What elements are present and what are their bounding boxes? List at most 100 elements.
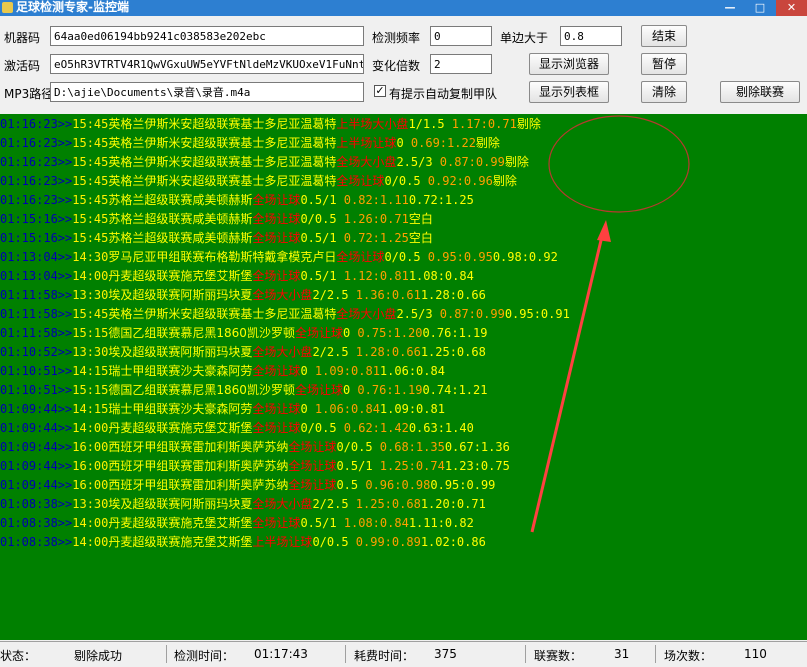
log-timestamp: 01:09:44>>	[0, 478, 73, 492]
log-away-team: 赫斯	[228, 231, 253, 245]
log-match-time: 15:45	[72, 231, 109, 245]
log-league: 丹麦超级联赛	[108, 535, 181, 549]
pause-button[interactable]: 暂停	[641, 53, 687, 75]
log-row[interactable]: 01:11:58>>13:30埃及超级联赛阿斯丽玛块夏全场大小盘2/2.5 1.…	[0, 286, 486, 304]
close-button[interactable]: ✕	[776, 0, 807, 16]
machine-code-field[interactable]: 64aa0ed06194bb9241c038583e202ebc	[50, 26, 364, 46]
log-league: 丹麦超级联赛	[108, 516, 181, 530]
log-row[interactable]: 01:16:23>>15:45英格兰伊斯米安超级联赛基士多尼亚温葛特上半场让球0…	[0, 134, 500, 152]
log-odds-before: 0.96:0.98	[358, 478, 431, 492]
log-row[interactable]: 01:10:51>>14:15瑞士甲组联赛沙夫豪森阿劳全场让球0 1.09:0.…	[0, 362, 445, 380]
log-odds-after: 0.95:0.91	[504, 307, 570, 321]
maximize-button[interactable]: □	[746, 0, 774, 16]
log-handicap-line: 0/0.5	[336, 440, 373, 454]
log-timestamp: 01:11:58>>	[0, 288, 73, 302]
log-row[interactable]: 01:13:04>>14:00丹麦超级联赛施克堡艾斯堡全场让球0.5/1 1.1…	[0, 267, 474, 285]
log-row[interactable]: 01:08:38>>13:30埃及超级联赛阿斯丽玛块夏全场大小盘2/2.5 1.…	[0, 495, 486, 513]
log-match-time: 14:00	[72, 421, 109, 435]
log-home-team: 施克堡	[180, 535, 217, 549]
log-status: 剔除	[504, 155, 529, 169]
auto-copy-label: 有提示自动复制甲队	[389, 87, 498, 101]
log-league: 苏格兰超级联赛	[108, 231, 193, 245]
log-row[interactable]: 01:15:16>>15:45苏格兰超级联赛咸美顿赫斯全场让球0.5/1 0.7…	[0, 229, 433, 247]
log-odds-after: 1.20:0.71	[420, 497, 486, 511]
log-row[interactable]: 01:09:44>>16:00西班牙甲组联赛雷加利斯奥萨苏纳全场让球0/0.5 …	[0, 438, 510, 456]
log-row[interactable]: 01:16:23>>15:45英格兰伊斯米安超级联赛基士多尼亚温葛特全场让球0/…	[0, 172, 517, 190]
league-count-label: 联赛数：	[534, 649, 583, 663]
log-row[interactable]: 01:13:04>>14:30罗马尼亚甲组联赛布格勒斯特戴拿模克卢日全场让球0/…	[0, 248, 558, 266]
end-button[interactable]: 结束	[641, 25, 687, 47]
log-list[interactable]: 01:16:23>>15:45英格兰伊斯米安超级联赛基士多尼亚温葛特上半场大小盘…	[0, 114, 807, 640]
log-row[interactable]: 01:10:51>>15:15德国乙组联赛慕尼黑1860凯沙罗顿全场让球0 0.…	[0, 381, 487, 399]
log-league: 德国乙组联赛	[108, 383, 181, 397]
log-league: 埃及超级联赛	[108, 345, 181, 359]
log-row[interactable]: 01:08:38>>14:00丹麦超级联赛施克堡艾斯堡上半场让球0/0.5 0.…	[0, 533, 486, 551]
log-bet-type: 全场让球	[252, 421, 301, 435]
log-home-team: 沙夫豪森	[180, 402, 229, 416]
log-match-time: 14:30	[72, 250, 109, 264]
log-match-time: 15:45	[72, 212, 109, 226]
activation-code-field[interactable]: eO5hR3VTRTV4R1QwVGxuUW5eYVFtNldeMzVKUOxe…	[50, 54, 364, 74]
log-away-team: 赫斯	[228, 193, 253, 207]
log-match-time: 16:00	[72, 440, 109, 454]
log-away-team: 艾斯堡	[216, 269, 253, 283]
log-bet-type: 全场大小盘	[336, 155, 397, 169]
auto-copy-checkbox[interactable]: ✓	[374, 85, 386, 97]
log-league: 丹麦超级联赛	[108, 269, 181, 283]
log-handicap-line: 2.5/3	[396, 155, 433, 169]
log-row[interactable]: 01:11:58>>15:45英格兰伊斯米安超级联赛基士多尼亚温葛特全场大小盘2…	[0, 305, 570, 323]
log-league: 苏格兰超级联赛	[108, 212, 193, 226]
show-list-button[interactable]: 显示列表框	[529, 81, 609, 103]
log-bet-type: 全场让球	[252, 212, 301, 226]
log-away-team: 温葛特	[300, 136, 337, 150]
log-odds-after: 1.06:0.84	[379, 364, 445, 378]
log-row[interactable]: 01:09:44>>14:15瑞士甲组联赛沙夫豪森阿劳全场让球0 1.06:0.…	[0, 400, 445, 418]
log-bet-type: 全场让球	[252, 402, 301, 416]
log-timestamp: 01:09:44>>	[0, 402, 73, 416]
log-timestamp: 01:13:04>>	[0, 269, 73, 283]
log-row[interactable]: 01:09:44>>14:00丹麦超级联赛施克堡艾斯堡全场让球0/0.5 0.6…	[0, 419, 474, 437]
elapsed-value: 375	[434, 647, 457, 661]
log-match-time: 15:45	[72, 117, 109, 131]
log-odds-after: 0.72:1.25	[408, 193, 474, 207]
log-away-team: 奥萨苏纳	[240, 459, 289, 473]
log-match-time: 15:45	[72, 136, 109, 150]
log-handicap-line: 0/0.5	[384, 250, 421, 264]
log-row[interactable]: 01:08:38>>14:00丹麦超级联赛施克堡艾斯堡全场让球0.5/1 1.0…	[0, 514, 474, 532]
log-home-team: 慕尼黑1860	[180, 326, 247, 340]
log-odds-after: 1.02:0.86	[420, 535, 486, 549]
detect-time-label: 检测时间：	[174, 649, 235, 663]
log-row[interactable]: 01:09:44>>16:00西班牙甲组联赛雷加利斯奥萨苏纳全场让球0.5/1 …	[0, 457, 510, 475]
show-browser-button[interactable]: 显示浏览器	[529, 53, 609, 75]
log-away-team: 温葛特	[300, 307, 337, 321]
log-bet-type: 上半场大小盘	[336, 117, 409, 131]
log-match-time: 14:15	[72, 364, 109, 378]
log-bet-type: 全场大小盘	[252, 345, 313, 359]
remove-league-button[interactable]: 剔除联赛	[720, 81, 800, 103]
clear-button[interactable]: 清除	[641, 81, 687, 103]
log-home-team: 沙夫豪森	[180, 364, 229, 378]
log-home-team: 阿斯丽	[180, 288, 217, 302]
log-row[interactable]: 01:09:44>>16:00西班牙甲组联赛雷加利斯奥萨苏纳全场让球0.5 0.…	[0, 476, 495, 494]
log-away-team: 艾斯堡	[216, 516, 253, 530]
detect-freq-field[interactable]: 0	[430, 26, 492, 46]
single-side-field[interactable]: 0.8	[560, 26, 622, 46]
log-timestamp: 01:16:23>>	[0, 117, 73, 131]
log-timestamp: 01:16:23>>	[0, 174, 73, 188]
mp3-path-field[interactable]: D:\ajie\Documents\录音\录音.m4a	[50, 82, 364, 102]
log-home-team: 咸美顿	[192, 231, 229, 245]
change-mult-field[interactable]: 2	[430, 54, 492, 74]
log-odds-after: 1.11:0.82	[408, 516, 474, 530]
log-row[interactable]: 01:11:58>>15:15德国乙组联赛慕尼黑1860凯沙罗顿全场让球0 0.…	[0, 324, 487, 342]
log-odds-after: 1.28:0.66	[420, 288, 486, 302]
log-row[interactable]: 01:16:23>>15:45英格兰伊斯米安超级联赛基士多尼亚温葛特上半场大小盘…	[0, 115, 541, 133]
log-row[interactable]: 01:10:52>>13:30埃及超级联赛阿斯丽玛块夏全场大小盘2/2.5 1.…	[0, 343, 486, 361]
log-row[interactable]: 01:15:16>>15:45苏格兰超级联赛咸美顿赫斯全场让球0/0.5 1.2…	[0, 210, 433, 228]
minimize-button[interactable]: —	[716, 0, 744, 16]
log-row[interactable]: 01:16:23>>15:45苏格兰超级联赛咸美顿赫斯全场让球0.5/1 0.8…	[0, 191, 474, 209]
log-timestamp: 01:16:23>>	[0, 136, 73, 150]
log-timestamp: 01:08:38>>	[0, 535, 73, 549]
log-row[interactable]: 01:16:23>>15:45英格兰伊斯米安超级联赛基士多尼亚温葛特全场大小盘2…	[0, 153, 529, 171]
log-bet-type: 上半场让球	[336, 136, 397, 150]
log-home-team: 雷加利斯	[192, 440, 241, 454]
